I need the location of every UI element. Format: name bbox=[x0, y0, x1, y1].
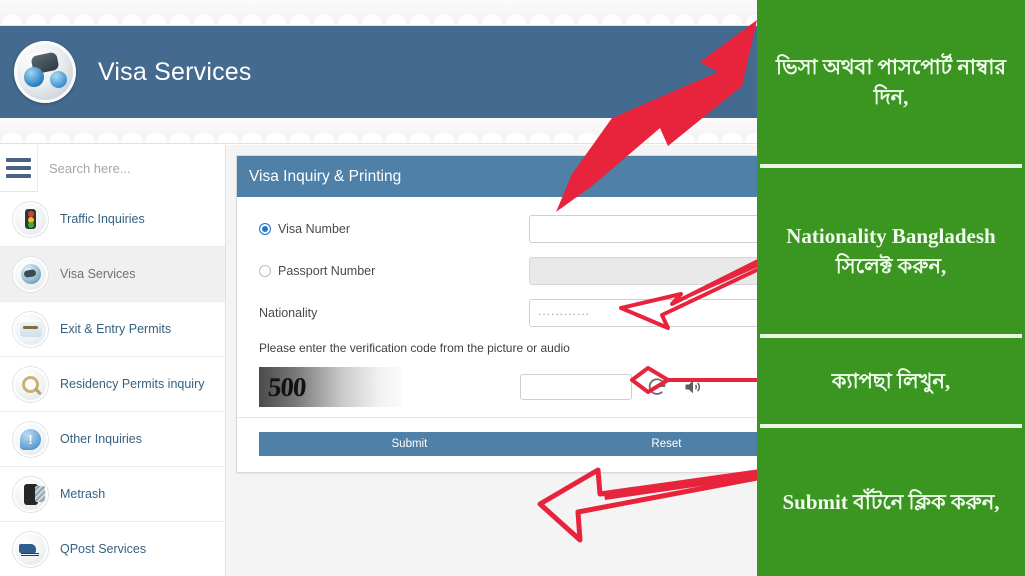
captcha-image: 500 bbox=[259, 367, 401, 407]
nationality-row: Nationality ............ bbox=[259, 299, 758, 327]
visa-number-label[interactable]: Visa Number bbox=[259, 222, 529, 236]
sidebar: Traffic Inquiries Visa Services Exit & E… bbox=[0, 144, 226, 576]
site-header: Visa Services bbox=[0, 26, 758, 118]
sidebar-item-visa-services[interactable]: Visa Services bbox=[0, 247, 225, 302]
sidebar-search-row bbox=[0, 144, 225, 192]
instruction-step-1: ভিসা অথবা পাসপোর্ট নাম্বার দিন, bbox=[757, 0, 1025, 164]
sidebar-item-label: Traffic Inquiries bbox=[60, 212, 145, 226]
sidebar-item-exit-entry-permits[interactable]: Exit & Entry Permits bbox=[0, 302, 225, 357]
traffic-light-icon bbox=[13, 201, 48, 237]
instructions-panel: ভিসা অথবা পাসপোর্ট নাম্বার দিন, National… bbox=[757, 0, 1025, 576]
passport-number-label-text: Passport Number bbox=[278, 264, 376, 278]
visa-number-radio[interactable] bbox=[259, 223, 271, 235]
captcha-input[interactable] bbox=[520, 374, 632, 400]
sidebar-item-traffic-inquiries[interactable]: Traffic Inquiries bbox=[0, 192, 225, 247]
web-page: Visa Services Traffic Inquiries bbox=[0, 0, 758, 576]
visa-inquiry-card: Visa Inquiry & Printing Visa Number Pass… bbox=[236, 155, 758, 473]
passport-number-label[interactable]: Passport Number bbox=[259, 264, 529, 278]
visa-number-row: Visa Number bbox=[259, 215, 758, 243]
card-footer: Submit Reset bbox=[237, 418, 758, 472]
card-header: Visa Inquiry & Printing bbox=[237, 156, 758, 197]
sidebar-item-metrash[interactable]: Metrash bbox=[0, 467, 225, 522]
magnifier-icon bbox=[13, 366, 48, 402]
sidebar-item-qpost-services[interactable]: QPost Services bbox=[0, 522, 225, 576]
instruction-text: Submit বাঁটনে ক্লিক করুন, bbox=[782, 489, 1000, 514]
passport-number-input[interactable] bbox=[529, 257, 758, 285]
decorative-mid-pattern bbox=[0, 118, 758, 144]
passport-stamp-icon bbox=[13, 311, 48, 347]
card-body: Visa Number Passport Number Nationality … bbox=[237, 197, 758, 418]
instruction-text: ভিসা অথবা পাসপোর্ট নাম্বার দিন, bbox=[775, 54, 1006, 109]
sidebar-item-label: Exit & Entry Permits bbox=[60, 322, 172, 336]
globe-visa-icon bbox=[13, 256, 48, 292]
passport-number-radio[interactable] bbox=[259, 265, 271, 277]
refresh-icon[interactable] bbox=[646, 376, 668, 398]
hamburger-menu-icon[interactable] bbox=[0, 144, 38, 192]
delivery-truck-icon bbox=[13, 531, 48, 567]
visa-globe-logo-icon bbox=[14, 41, 76, 103]
nationality-select[interactable]: ............ bbox=[529, 299, 758, 327]
passport-number-row: Passport Number bbox=[259, 257, 758, 285]
sidebar-item-residency-permits-inquiry[interactable]: Residency Permits inquiry bbox=[0, 357, 225, 412]
card-title: Visa Inquiry & Printing bbox=[249, 167, 402, 185]
visa-number-input[interactable] bbox=[529, 215, 758, 243]
visa-number-label-text: Visa Number bbox=[278, 222, 351, 236]
content-area: Traffic Inquiries Visa Services Exit & E… bbox=[0, 144, 758, 576]
captcha-hint: Please enter the verification code from … bbox=[259, 341, 570, 355]
screenshot-root: Visa Services Traffic Inquiries bbox=[0, 0, 1025, 576]
instruction-step-4: Submit বাঁটনে ক্লিক করুন, bbox=[757, 428, 1025, 576]
search-input[interactable] bbox=[38, 144, 225, 192]
instruction-step-2: Nationality Bangladesh সিলেক্ট করুন, bbox=[757, 168, 1025, 334]
instruction-text: Nationality Bangladesh সিলেক্ট করুন, bbox=[786, 223, 996, 278]
info-bubble-icon: ! bbox=[13, 421, 48, 457]
main-content: Visa Inquiry & Printing Visa Number Pass… bbox=[226, 145, 758, 576]
submit-button[interactable]: Submit bbox=[259, 432, 560, 456]
sidebar-item-other-inquiries[interactable]: ! Other Inquiries bbox=[0, 412, 225, 467]
sidebar-item-label: Metrash bbox=[60, 487, 106, 501]
sidebar-item-label: Visa Services bbox=[60, 267, 136, 281]
captcha-image-text: 500 bbox=[266, 372, 307, 402]
decorative-top-pattern bbox=[0, 0, 758, 26]
mobile-phone-icon bbox=[13, 476, 48, 512]
sidebar-item-label: QPost Services bbox=[60, 542, 147, 556]
page-title: Visa Services bbox=[98, 57, 252, 86]
instruction-text: ক্যাপছা লিখুন, bbox=[831, 368, 951, 393]
reset-button[interactable]: Reset bbox=[559, 432, 758, 456]
captcha-row: 500 bbox=[259, 367, 758, 407]
nationality-label: Nationality bbox=[259, 306, 318, 320]
speaker-audio-icon[interactable] bbox=[682, 377, 704, 397]
sidebar-item-label: Residency Permits inquiry bbox=[60, 377, 205, 391]
sidebar-item-label: Other Inquiries bbox=[60, 432, 142, 446]
instruction-step-3: ক্যাপছা লিখুন, bbox=[757, 338, 1025, 424]
